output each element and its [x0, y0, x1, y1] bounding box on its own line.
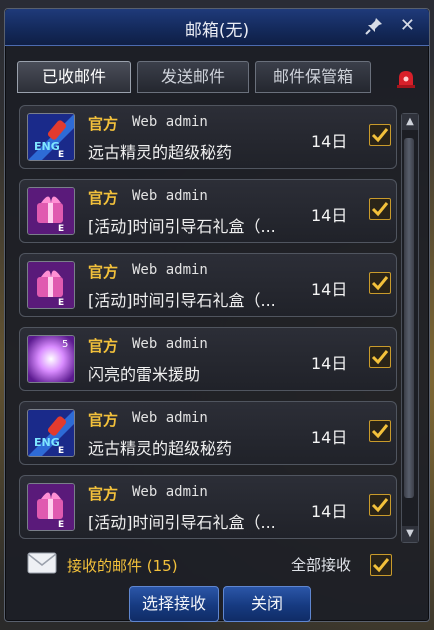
- received-mail-count: 接收的邮件 (15): [67, 557, 178, 575]
- svg-text:ENG: ENG: [34, 436, 60, 449]
- mail-item[interactable]: E 官方 Web admin [活动]时间引导石礼盒（... 14日: [19, 475, 397, 539]
- days-remaining: 14日: [311, 428, 348, 447]
- mail-checkbox[interactable]: [369, 272, 391, 294]
- close-icon[interactable]: ✕: [400, 16, 415, 36]
- days-remaining: 14日: [311, 502, 348, 521]
- tab-received[interactable]: 已收邮件: [17, 61, 131, 93]
- scroll-up-icon[interactable]: ▲: [402, 114, 418, 130]
- gift-box-icon: E: [27, 483, 75, 531]
- mail-item[interactable]: E 官方 Web admin [活动]时间引导石礼盒（... 14日: [19, 179, 397, 243]
- svg-text:E: E: [58, 298, 64, 308]
- select-all-label[interactable]: 全部接收: [291, 554, 351, 575]
- check-icon: [371, 202, 389, 217]
- mail-subject: 远古精灵的超级秘药: [88, 143, 233, 162]
- mail-item[interactable]: 5 官方 Web admin 闪亮的雷米援助 14日: [19, 327, 397, 391]
- check-icon: [371, 424, 389, 439]
- mail-subject: 远古精灵的超级秘药: [88, 439, 233, 458]
- potion-icon: ENG E: [27, 409, 75, 457]
- svg-text:ENG: ENG: [34, 140, 60, 153]
- mail-checkbox[interactable]: [369, 124, 391, 146]
- mail-checkbox[interactable]: [369, 198, 391, 220]
- mail-item[interactable]: E 官方 Web admin [活动]时间引导石礼盒（... 14日: [19, 253, 397, 317]
- select-receive-button[interactable]: 选择接收: [129, 586, 219, 622]
- scroll-thumb[interactable]: [404, 138, 414, 498]
- sender-tag: 官方: [88, 263, 119, 281]
- check-icon: [372, 558, 390, 573]
- svg-text:E: E: [58, 150, 64, 160]
- sender-name: Web admin: [132, 410, 208, 426]
- sender-name: Web admin: [132, 336, 208, 352]
- mail-subject: [活动]时间引导石礼盒（...: [88, 513, 276, 532]
- days-remaining: 14日: [311, 132, 348, 151]
- alarm-icon[interactable]: [395, 67, 417, 89]
- mail-checkbox[interactable]: [369, 346, 391, 368]
- check-icon: [371, 350, 389, 365]
- check-icon: [371, 276, 389, 291]
- mail-subject: [活动]时间引导石礼盒（...: [88, 217, 276, 236]
- gift-box-icon: E: [27, 261, 75, 309]
- check-icon: [371, 128, 389, 143]
- mail-item[interactable]: ENG E 官方 Web admin 远古精灵的超级秘药 14日: [19, 401, 397, 465]
- pin-icon[interactable]: [365, 17, 383, 35]
- sender-tag: 官方: [88, 485, 119, 503]
- title-bar[interactable]: 邮箱(无) ✕: [5, 9, 429, 46]
- tab-sent[interactable]: 发送邮件: [137, 61, 249, 93]
- tab-storage[interactable]: 邮件保管箱: [255, 61, 371, 93]
- sparkle-icon: 5: [27, 335, 75, 383]
- sender-tag: 官方: [88, 411, 119, 429]
- item-count: 5: [62, 339, 68, 350]
- mail-list: ENG E 官方 Web admin 远古精灵的超级秘药 14日 E 官方 We…: [19, 105, 397, 539]
- mail-subject: 闪亮的雷米援助: [88, 365, 201, 384]
- check-icon: [371, 498, 389, 513]
- days-remaining: 14日: [311, 280, 348, 299]
- mail-checkbox[interactable]: [369, 494, 391, 516]
- sender-name: Web admin: [132, 484, 208, 500]
- potion-icon: ENG E: [27, 113, 75, 161]
- svg-text:E: E: [58, 520, 64, 530]
- mailbox-window: 邮箱(无) ✕ 已收邮件 发送邮件 邮件保管箱 ENG E 官方 Web adm…: [4, 8, 430, 622]
- sender-name: Web admin: [132, 114, 208, 130]
- gift-box-icon: E: [27, 187, 75, 235]
- svg-text:E: E: [58, 224, 64, 234]
- sender-name: Web admin: [132, 188, 208, 204]
- mail-list-scrollbar[interactable]: ▲ ▼: [401, 113, 419, 543]
- sender-tag: 官方: [88, 337, 119, 355]
- svg-text:E: E: [58, 446, 64, 456]
- days-remaining: 14日: [311, 354, 348, 373]
- sender-tag: 官方: [88, 189, 119, 207]
- select-all-checkbox[interactable]: [370, 554, 392, 576]
- close-button[interactable]: 关闭: [223, 586, 311, 622]
- sender-tag: 官方: [88, 115, 119, 133]
- mail-subject: [活动]时间引导石礼盒（...: [88, 291, 276, 310]
- days-remaining: 14日: [311, 206, 348, 225]
- mail-item[interactable]: ENG E 官方 Web admin 远古精灵的超级秘药 14日: [19, 105, 397, 169]
- scroll-down-icon[interactable]: ▼: [402, 526, 418, 542]
- sender-name: Web admin: [132, 262, 208, 278]
- mail-checkbox[interactable]: [369, 420, 391, 442]
- envelope-icon: [27, 552, 57, 574]
